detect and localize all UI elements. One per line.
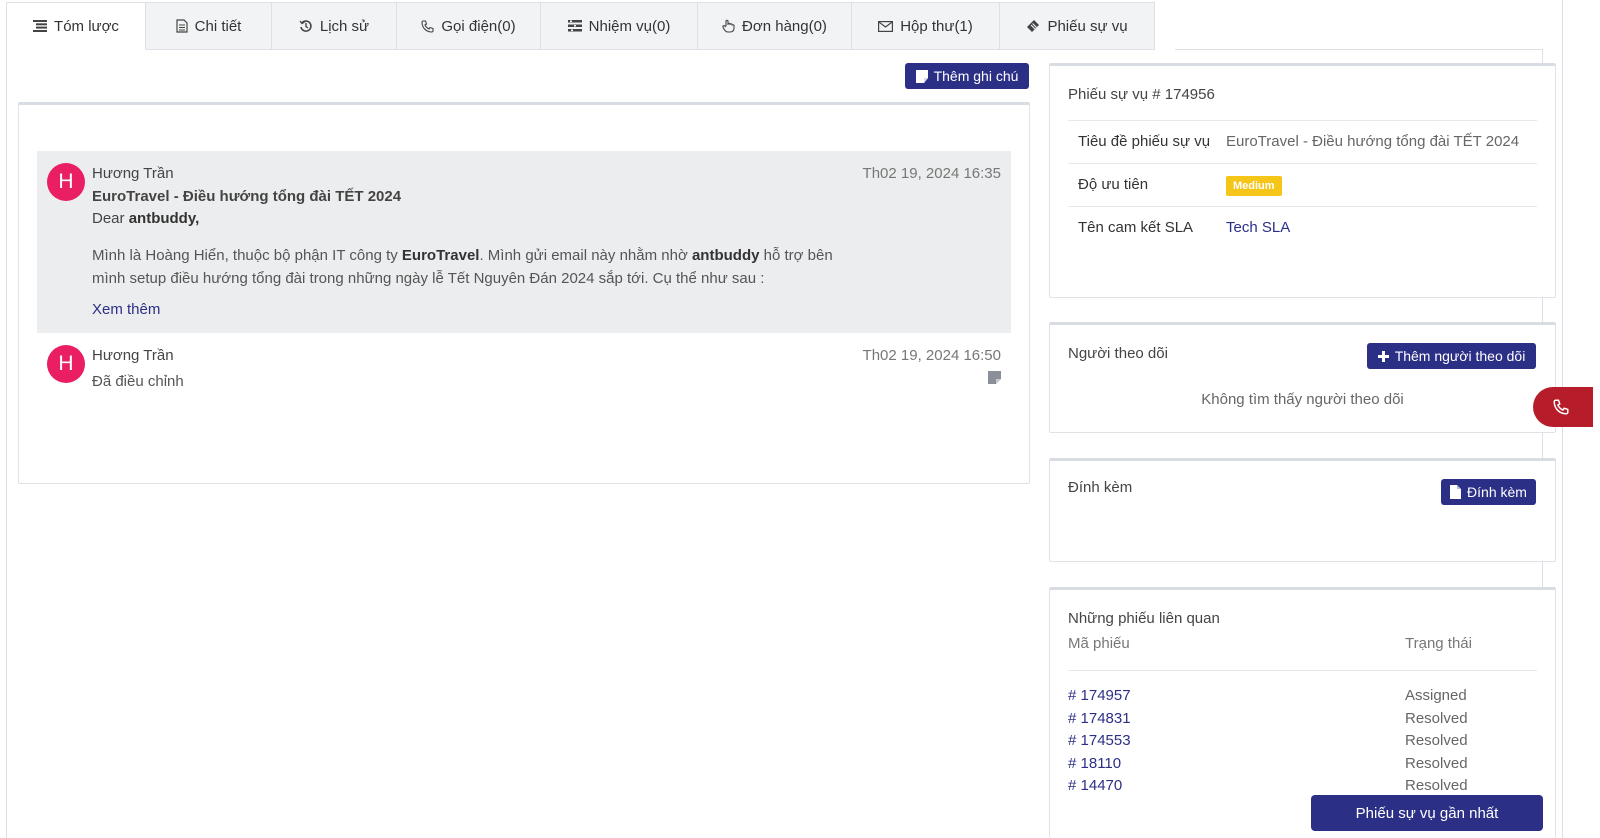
ticket-info-table: Tiêu đề phiếu sự vụ EuroTravel - Điều hư… [1068,120,1537,249]
add-note-button[interactable]: Thêm ghi chú [905,63,1029,89]
body-vendor: antbuddy [691,247,760,264]
related-title: Những phiếu liên quan [1068,610,1220,627]
ticket-info-row: Tên cam kết SLA Tech SLA [1068,207,1537,249]
ticket-status: Resolved [1405,754,1468,772]
tab-orders[interactable]: Đơn hàng(0) [698,2,852,50]
note-time: Th02 19, 2024 16:35 [862,165,1001,182]
attachments-title: Đính kèm [1068,479,1133,496]
table-row: # 18110 Resolved [1068,755,1537,778]
plus-icon [1377,350,1389,362]
add-follower-label: Thêm người theo dõi [1394,348,1526,364]
note-item: H Hương Trần Th02 19, 2024 16:35 EuroTra… [37,151,1011,333]
body-text: . Mình gửi email này nhằm nhờ [479,247,692,264]
notes-panel: H Hương Trần Th02 19, 2024 16:35 EuroTra… [18,102,1030,484]
body-text: Mình là Hoàng Hiển, thuộc bộ phận IT côn… [92,247,402,264]
avatar: H [47,163,85,201]
attach-label: Đính kèm [1467,484,1527,500]
tasks-icon [567,20,582,32]
note-author: Hương Trần [92,165,174,182]
ticket-status: Assigned [1405,687,1467,704]
followers-title: Người theo dõi [1068,345,1168,362]
info-value: Tech SLA [1226,207,1537,249]
followers-empty-text: Không tìm thấy người theo dõi [1201,391,1404,408]
sticky-note-icon [915,69,928,83]
column-header-status: Trạng thái [1405,635,1472,652]
phone-icon [1553,399,1569,415]
attach-button[interactable]: Đính kèm [1441,479,1536,505]
tab-label: Nhiệm vụ(0) [588,17,671,35]
info-label: Tiêu đề phiếu sự vụ [1078,133,1211,150]
ticket-id-link[interactable]: # 174553 [1068,732,1131,749]
info-value: EuroTravel - Điều hướng tổng đài TẾT 202… [1226,133,1520,150]
tab-tickets[interactable]: Phiếu sự vụ [1000,2,1155,50]
followers-card: Người theo dõi Không tìm thấy người theo… [1049,322,1556,433]
info-label: Độ ưu tiên [1078,176,1149,193]
envelope-icon [878,20,894,32]
tab-summary[interactable]: Tóm lược [6,2,146,50]
history-icon [299,20,312,32]
ticket-id-link[interactable]: # 18110 [1068,755,1121,772]
file-icon [1450,485,1462,499]
info-value: Medium [1226,164,1537,206]
body-company: EuroTravel [401,247,480,264]
note-greeting: Dear antbuddy, [92,210,199,227]
list-icon [33,20,48,32]
ticket-id-link[interactable]: # 174957 [1068,687,1131,704]
priority-badge: Medium [1226,176,1282,196]
tab-label: Lịch sử [319,17,370,35]
tab-tasks[interactable]: Nhiệm vụ(0) [541,2,698,50]
tab-details[interactable]: Chi tiết [146,2,272,50]
ticket-info-row: Độ ưu tiên Medium [1068,164,1537,207]
sla-link[interactable]: Tech SLA [1226,219,1290,236]
related-table-header: Mã phiếu Trạng thái [1068,635,1537,671]
note-body: Mình là Hoàng Hiển, thuộc bộ phận IT côn… [92,244,852,290]
sticky-note-icon[interactable] [988,371,1001,384]
note-time: Th02 19, 2024 16:50 [862,347,1001,364]
tab-label: Gọi điện(0) [441,17,516,35]
document-icon [176,19,188,33]
table-row: # 174831 Resolved [1068,710,1537,733]
tab-frame-line [1175,49,1543,50]
add-follower-button[interactable]: Thêm người theo dõi [1367,343,1536,369]
call-button[interactable] [1533,387,1593,427]
phone-icon [421,19,434,33]
note-item: H Hương Trần Th02 19, 2024 16:50 Đã điều… [37,333,1011,403]
table-row: # 174553 Resolved [1068,732,1537,755]
note-author: Hương Trần [92,347,174,364]
note-text: Đã điều chỉnh [92,373,184,390]
hand-pointer-icon [722,19,735,33]
attachments-card: Đính kèm [1049,458,1556,562]
tab-label: Hộp thư(1) [900,17,973,35]
note-subject: EuroTravel - Điều hướng tổng đài TẾT 202… [92,188,402,205]
ticket-status: Resolved [1405,777,1468,794]
tab-calls[interactable]: Gọi điện(0) [397,2,541,50]
content-frame-left [6,49,7,838]
greeting-prefix: Dear [92,210,129,227]
ticket-icon [1027,20,1040,32]
tab-mailbox[interactable]: Hộp thư(1) [852,2,1000,50]
see-more-link[interactable]: Xem thêm [92,301,160,318]
ticket-id-link[interactable]: # 174831 [1068,710,1131,727]
column-header-id: Mã phiếu [1068,635,1130,652]
ticket-id-link[interactable]: # 14470 [1068,777,1122,794]
add-note-label: Thêm ghi chú [933,68,1019,84]
tab-history[interactable]: Lịch sử [272,2,397,50]
related-table-body: # 174957 Assigned # 174831 Resolved # 17… [1068,687,1537,800]
avatar: H [47,345,85,383]
tab-label: Tóm lược [54,17,119,35]
ticket-status: Resolved [1405,709,1468,727]
ticket-status: Resolved [1405,732,1468,749]
table-row: # 174957 Assigned [1068,687,1537,710]
tab-bar: Tóm lược Chi tiết Lịch sử Gọi điện(0) Nh… [6,2,1155,50]
ticket-title: Phiếu sự vụ # 174956 [1068,86,1215,103]
ticket-info-card: Phiếu sự vụ # 174956 Tiêu đề phiếu sự vụ… [1049,63,1556,298]
recent-tickets-button[interactable]: Phiếu sự vụ gần nhất [1311,795,1543,831]
info-label: Tên cam kết SLA [1078,219,1194,236]
tab-label: Phiếu sự vụ [1047,17,1128,35]
greeting-name: antbuddy, [128,210,200,227]
ticket-info-row: Tiêu đề phiếu sự vụ EuroTravel - Điều hư… [1068,121,1537,164]
tab-label: Chi tiết [194,17,242,35]
tab-label: Đơn hàng(0) [742,17,827,35]
